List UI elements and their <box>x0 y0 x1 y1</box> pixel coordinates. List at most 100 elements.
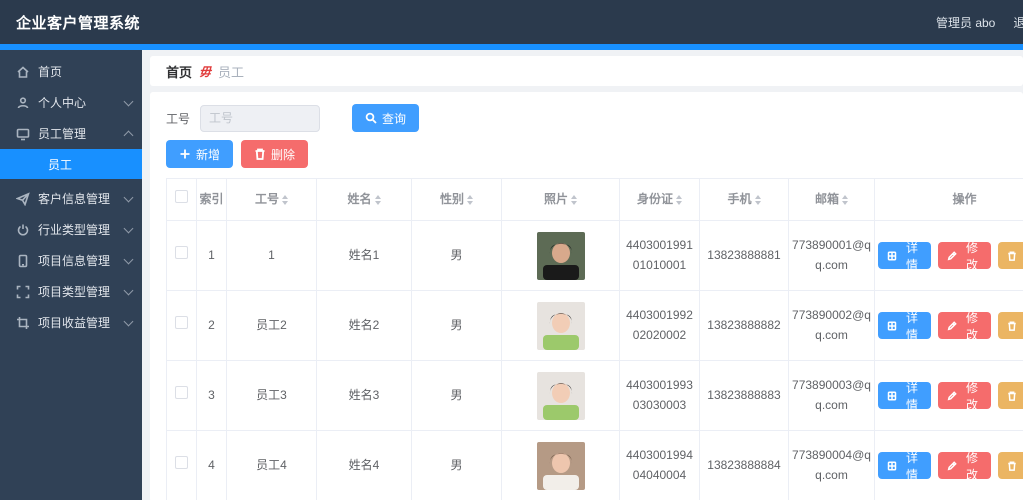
detail-button[interactable]: 详情 <box>878 311 931 342</box>
bulk-delete-button[interactable]: 删除 <box>241 140 309 168</box>
search-button[interactable]: 查询 <box>352 104 420 132</box>
logout-link[interactable]: 退出登录 <box>1013 14 1023 31</box>
user-menu[interactable]: 管理员 abo <box>936 14 995 31</box>
chevron-down-icon <box>123 192 134 202</box>
cell-id-card: 440300199404040004 <box>619 430 700 500</box>
cell-name: 姓名3 <box>316 360 412 431</box>
detail-button[interactable]: 详情 <box>878 451 931 482</box>
sort-icon <box>754 194 761 205</box>
cell-index: 4 <box>196 430 227 500</box>
cell-email: 773890004@qq.com <box>788 430 875 500</box>
cell-worker-id: 员工2 <box>226 290 317 361</box>
chevron-down-icon <box>123 254 134 264</box>
sidebar-item-label: 员工管理 <box>38 127 87 141</box>
phone-icon <box>16 254 30 268</box>
sort-icon <box>842 194 848 205</box>
breadcrumb-separator-icon: 毋 <box>199 64 212 79</box>
edit-button[interactable]: 修改 <box>938 311 991 342</box>
cell-email: 773890001@qq.com <box>788 220 875 291</box>
header-phone[interactable]: 手机 <box>699 178 789 221</box>
employee-panel: 工号 查询 新增 删除 <box>150 92 1023 500</box>
sidebar-item-project-info-mgmt[interactable]: 项目信息管理 <box>0 245 142 276</box>
sidebar-item-home[interactable]: 首页 <box>0 56 142 87</box>
sidebar-item-employee-mgmt[interactable]: 员工管理 <box>0 118 142 149</box>
edit-button[interactable]: 修改 <box>938 241 991 272</box>
table-row: 2 员工2 姓名2 男 440300199202020002 138238888… <box>166 290 1023 361</box>
select-all-checkbox[interactable] <box>175 189 188 203</box>
sidebar-item-industry-type-mgmt[interactable]: 行业类型管理 <box>0 214 142 245</box>
document-icon <box>887 321 897 330</box>
monitor-icon <box>16 127 30 141</box>
header-index: 索引 <box>196 178 227 221</box>
chevron-down-icon <box>123 223 134 233</box>
cell-id-card: 440300199101010001 <box>619 220 700 291</box>
add-button[interactable]: 新增 <box>166 140 234 168</box>
trash-icon <box>255 148 265 160</box>
row-checkbox[interactable] <box>175 455 188 469</box>
worker-id-search-input[interactable] <box>200 104 321 132</box>
sidebar-item-label: 行业类型管理 <box>38 223 111 237</box>
delete-button[interactable]: 删除 <box>998 382 1023 409</box>
employee-photo <box>536 371 585 420</box>
edit-button[interactable]: 修改 <box>938 451 991 482</box>
sidebar-subitem-employee[interactable]: 员工 <box>0 149 142 179</box>
sort-icon <box>467 194 473 205</box>
cell-worker-id: 员工3 <box>226 360 317 431</box>
employee-photo <box>536 231 585 280</box>
sidebar-item-label: 个人中心 <box>38 96 87 110</box>
detail-button[interactable]: 详情 <box>878 381 931 412</box>
delete-button[interactable]: 删除 <box>998 452 1023 479</box>
sort-icon <box>374 194 381 205</box>
sidebar-item-customer-info-mgmt[interactable]: 客户信息管理 <box>0 183 142 214</box>
search-form: 工号 查询 <box>166 104 1007 132</box>
trash-icon <box>1008 391 1016 401</box>
header-email[interactable]: 邮箱 <box>788 178 875 221</box>
edit-button[interactable]: 修改 <box>938 381 991 412</box>
pencil-icon <box>947 390 957 400</box>
detail-button[interactable]: 详情 <box>878 241 931 272</box>
header-name[interactable]: 姓名 <box>316 178 412 221</box>
sidebar-item-project-type-mgmt[interactable]: 项目类型管理 <box>0 276 142 307</box>
sidebar-item-label: 项目信息管理 <box>38 254 111 268</box>
breadcrumb-home-link[interactable]: 首页 <box>166 62 192 81</box>
cell-name: 姓名1 <box>316 220 412 291</box>
sidebar: 首页 个人中心 员工管理 员工 客户信息管理 行业类型管理 项目信息管理 项目类… <box>0 50 142 500</box>
sidebar-item-label: 项目类型管理 <box>38 285 111 299</box>
search-icon <box>365 112 377 124</box>
header-gender[interactable]: 性别 <box>411 178 502 221</box>
employee-table: 索引 工号 姓名 性别 照片 身份证 手机 邮箱 操作 1 1 姓名1 男 44… <box>166 178 1023 500</box>
chevron-down-icon <box>123 96 134 106</box>
header-worker-id[interactable]: 工号 <box>226 178 317 221</box>
header-id-card[interactable]: 身份证 <box>619 178 700 221</box>
sort-icon <box>676 194 682 205</box>
header-photo[interactable]: 照片 <box>501 178 620 221</box>
table-row: 4 员工4 姓名4 男 440300199404040004 138238888… <box>166 430 1023 500</box>
row-checkbox[interactable] <box>175 245 188 259</box>
row-checkbox[interactable] <box>175 315 188 329</box>
cell-gender: 男 <box>411 220 502 291</box>
delete-button[interactable]: 删除 <box>998 312 1023 339</box>
table-header-row: 索引 工号 姓名 性别 照片 身份证 手机 邮箱 操作 <box>166 178 1023 221</box>
sidebar-item-project-income-mgmt[interactable]: 项目收益管理 <box>0 307 142 338</box>
select-all-cell <box>166 178 197 221</box>
cell-id-card: 440300199303030003 <box>619 360 700 431</box>
power-icon <box>16 223 30 237</box>
document-icon <box>887 461 897 470</box>
sidebar-item-personal-center[interactable]: 个人中心 <box>0 87 142 118</box>
delete-button[interactable]: 删除 <box>998 242 1023 269</box>
pencil-icon <box>947 320 957 330</box>
row-checkbox[interactable] <box>175 385 188 399</box>
app-title: 企业客户管理系统 <box>16 14 141 32</box>
sidebar-item-label: 项目收益管理 <box>38 316 111 330</box>
cell-id-card: 440300199202020002 <box>619 290 700 361</box>
cell-name: 姓名4 <box>316 430 412 500</box>
navbar-right: 管理员 abo 退出登录 <box>936 0 1023 44</box>
breadcrumb-current: 员工 <box>218 64 245 80</box>
chevron-up-icon <box>123 130 134 141</box>
trash-icon <box>1008 461 1016 471</box>
cell-index: 3 <box>196 360 227 431</box>
trash-icon <box>1008 251 1016 261</box>
user-icon <box>16 96 30 110</box>
cell-phone: 13823888882 <box>699 290 789 361</box>
cell-worker-id: 1 <box>226 220 317 291</box>
